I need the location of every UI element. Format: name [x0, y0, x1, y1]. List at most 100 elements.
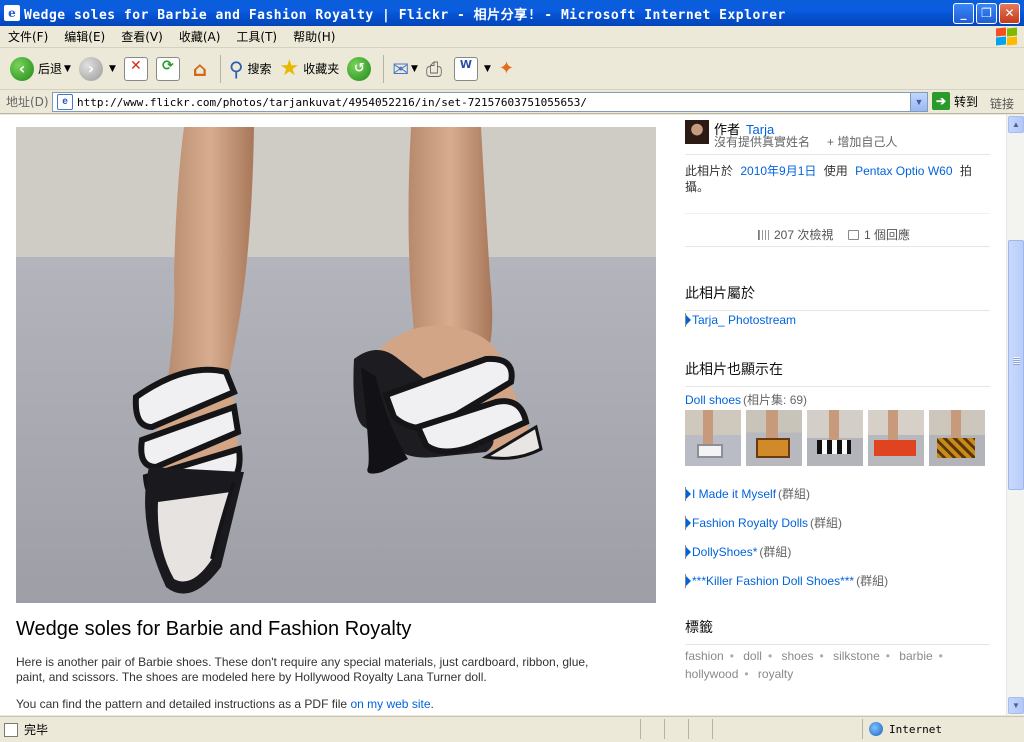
taken-using: 使用	[823, 164, 848, 178]
set-thumbnail[interactable]	[868, 410, 924, 466]
scroll-up-button[interactable]: ▲	[1008, 116, 1024, 133]
group-item[interactable]: I Made it Myself (群組)	[685, 485, 810, 502]
close-button[interactable]: ✕	[999, 3, 1020, 24]
group-link[interactable]: DollyShoes*	[692, 545, 757, 559]
tag-link[interactable]: silkstone	[833, 649, 880, 663]
printer-icon: ⎙	[425, 56, 442, 81]
restore-button[interactable]: ❐	[976, 3, 997, 24]
group-link[interactable]: Fashion Royalty Dolls	[692, 516, 808, 530]
address-label: 地址(D)	[6, 95, 49, 109]
toolbar: ‹ 后退 ▼ › ▼ ✕ ⟳ ⌂ ⚲ 搜索 ★ 收藏夹 ↺ ✉ ▼ ⎙ W ▼ …	[0, 48, 1024, 90]
home-icon[interactable]: ⌂	[188, 57, 212, 81]
mail-icon: ✉	[392, 56, 410, 81]
taken-prefix: 此相片於	[685, 164, 734, 178]
links-button[interactable]: 链接	[990, 95, 1014, 112]
go-label: 转到	[954, 94, 979, 109]
tag-link[interactable]: barbie	[899, 649, 932, 663]
tag-link[interactable]: doll	[743, 649, 762, 663]
star-icon: ★	[279, 56, 300, 81]
page-icon: e	[57, 94, 73, 110]
edit-dropdown-icon[interactable]: ▼	[484, 64, 491, 74]
taken-date-link[interactable]: 2010年9月1日	[736, 164, 820, 178]
menu-view[interactable]: 查看(V)	[113, 28, 171, 45]
security-zone: Internet	[862, 719, 1012, 739]
web-site-link[interactable]: on my web site	[350, 697, 430, 711]
vertical-scrollbar[interactable]: ▲ ▼	[1006, 115, 1024, 715]
forward-button[interactable]: › ▼	[75, 52, 120, 86]
messenger-icon: ✦	[498, 58, 514, 79]
tag-separator: •	[938, 649, 943, 663]
menu-help[interactable]: 帮助(H)	[285, 28, 343, 45]
toolbar-separator	[219, 54, 221, 83]
belongs-heading: 此相片屬於	[685, 283, 990, 311]
group-kind: (群組)	[759, 545, 792, 559]
go-arrow-icon: ➔	[932, 92, 950, 110]
tag-link[interactable]: fashion	[685, 649, 724, 663]
context-arrow-icon	[685, 486, 691, 501]
window-title: Wedge soles for Barbie and Fashion Royal…	[24, 7, 786, 23]
tag-separator: •	[885, 649, 890, 663]
tag-link[interactable]: hollywood	[685, 667, 738, 681]
edit-button[interactable]: W ▼	[446, 52, 495, 86]
scroll-thumb[interactable]	[1008, 240, 1024, 490]
address-input[interactable]: e http://www.flickr.com/photos/tarjankuv…	[52, 92, 928, 112]
tag-link[interactable]: shoes	[781, 649, 813, 663]
group-link[interactable]: ***Killer Fashion Doll Shoes***	[692, 574, 854, 588]
photostream-item[interactable]: Tarja_ Photostream	[685, 313, 796, 327]
photostream-link[interactable]: Tarja_ Photostream	[692, 313, 796, 327]
context-arrow-icon	[685, 544, 691, 559]
camera-link[interactable]: Pentax Optio W60	[851, 164, 956, 178]
set-thumbnail[interactable]	[746, 410, 802, 466]
avatar[interactable]	[685, 120, 709, 144]
mail-dropdown-icon[interactable]: ▼	[411, 64, 418, 74]
context-arrow-icon	[685, 515, 691, 530]
also-in-heading: 此相片也顯示在	[685, 359, 990, 387]
photo-illustration	[16, 127, 656, 603]
group-item[interactable]: Fashion Royalty Dolls (群組)	[685, 514, 842, 531]
address-dropdown-icon[interactable]: ▼	[910, 93, 927, 111]
status-message: 完毕	[4, 721, 48, 738]
address-bar: 地址(D) e http://www.flickr.com/photos/tar…	[0, 90, 1024, 114]
comments-count: 1 個回應	[864, 228, 911, 242]
messenger-button[interactable]: ✦	[495, 52, 518, 86]
page-done-icon	[4, 722, 18, 737]
back-dropdown-icon[interactable]: ▼	[64, 64, 71, 74]
group-kind: (群組)	[810, 516, 843, 530]
globe-icon	[869, 722, 883, 736]
set-item[interactable]: Doll shoes (相片集: 69)	[685, 391, 807, 408]
group-kind: (群組)	[778, 487, 811, 501]
pdf-end: .	[430, 697, 434, 711]
add-contact-link[interactable]: + 增加自己人	[827, 133, 897, 150]
menu-tools[interactable]: 工具(T)	[228, 28, 285, 45]
back-button[interactable]: ‹ 后退 ▼	[6, 52, 75, 86]
grip-icon	[1013, 357, 1020, 365]
search-button[interactable]: ⚲ 搜索	[225, 52, 276, 86]
set-thumbnail[interactable]	[929, 410, 985, 466]
favorites-button[interactable]: ★ 收藏夹	[276, 52, 344, 86]
comments-stat[interactable]: 1 個回應	[848, 226, 910, 243]
print-button[interactable]: ⎙	[422, 52, 446, 86]
go-button[interactable]: ➔ 转到	[932, 92, 978, 110]
menu-favorites[interactable]: 收藏(A)	[171, 28, 229, 45]
minimize-button[interactable]: _	[953, 3, 974, 24]
group-item[interactable]: DollyShoes* (群組)	[685, 543, 791, 560]
address-url[interactable]: http://www.flickr.com/photos/tarjankuvat…	[77, 96, 587, 109]
group-link[interactable]: I Made it Myself	[692, 487, 776, 501]
set-link[interactable]: Doll shoes	[685, 393, 741, 407]
menu-file[interactable]: 文件(F)	[0, 28, 56, 45]
views-count: 207 次檢視	[774, 228, 834, 242]
group-item[interactable]: ***Killer Fashion Doll Shoes*** (群組)	[685, 572, 888, 589]
forward-dropdown-icon[interactable]: ▼	[109, 64, 116, 74]
history-button[interactable]: ↺	[343, 52, 379, 86]
scroll-down-button[interactable]: ▼	[1008, 697, 1024, 714]
set-thumbnail[interactable]	[685, 410, 741, 466]
pdf-text: You can find the pattern and detailed in…	[16, 697, 348, 711]
menu-edit[interactable]: 编辑(E)	[56, 28, 113, 45]
mail-button[interactable]: ✉ ▼	[388, 52, 422, 86]
main-photo[interactable]	[16, 127, 656, 603]
favorites-label: 收藏夹	[303, 62, 340, 76]
tag-link[interactable]: royalty	[758, 667, 793, 681]
stop-icon[interactable]: ✕	[123, 56, 148, 81]
set-thumbnail[interactable]	[807, 410, 863, 466]
refresh-icon[interactable]: ⟳	[155, 56, 180, 81]
